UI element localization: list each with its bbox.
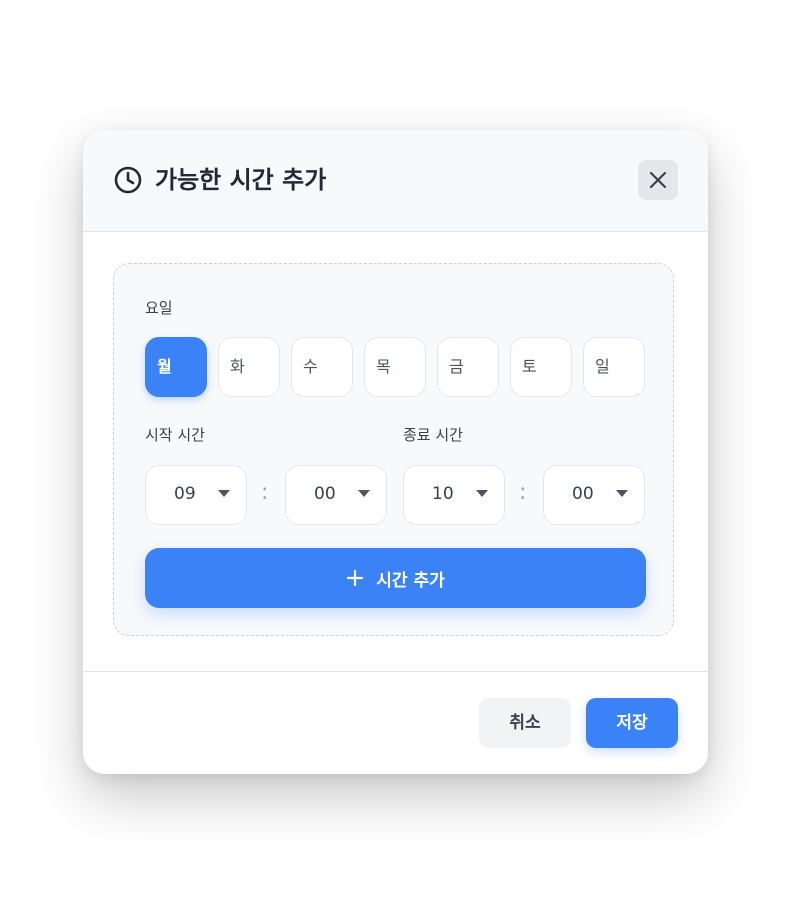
day-button-thu[interactable]: 목 [364, 337, 426, 397]
chevron-down-icon [358, 490, 370, 497]
day-button-tue[interactable]: 화 [218, 337, 280, 397]
day-label: 요일 [145, 299, 173, 317]
day-button-sun[interactable]: 일 [583, 337, 645, 397]
close-button[interactable] [638, 160, 678, 200]
time-separator: : [519, 480, 527, 505]
start-time-label: 시작 시간 [145, 426, 205, 444]
end-time-label: 종료 시간 [403, 426, 463, 444]
dialog-footer: 취소 저장 [83, 671, 708, 774]
day-button-fri[interactable]: 금 [437, 337, 499, 397]
time-separator: : [261, 480, 269, 505]
end-hour-value: 10 [432, 484, 454, 504]
cancel-button[interactable]: 취소 [479, 698, 571, 748]
day-button-wed[interactable]: 수 [291, 337, 353, 397]
end-hour-select[interactable]: 10 [403, 465, 505, 525]
save-button[interactable]: 저장 [586, 698, 678, 748]
end-minute-select[interactable]: 00 [543, 465, 645, 525]
day-button-mon[interactable]: 월 [145, 337, 207, 397]
add-time-label: 시간 추가 [376, 570, 445, 591]
chevron-down-icon [476, 490, 488, 497]
dialog-body: 요일 월 화 수 목 금 토 일 시작 시간 종료 시간 09 : 00 10 [83, 232, 708, 671]
plus-icon [347, 569, 364, 587]
start-minute-select[interactable]: 00 [285, 465, 387, 525]
clock-icon [114, 166, 142, 194]
add-availability-dialog: 가능한 시간 추가 요일 월 화 수 목 금 토 일 시작 시간 종료 시간 0… [83, 130, 708, 774]
dialog-title: 가능한 시간 추가 [155, 166, 327, 194]
chevron-down-icon [616, 490, 628, 497]
start-minute-value: 00 [314, 484, 336, 504]
dialog-header: 가능한 시간 추가 [83, 130, 708, 232]
time-slot-card: 요일 월 화 수 목 금 토 일 시작 시간 종료 시간 09 : 00 10 [113, 263, 674, 636]
start-hour-value: 09 [174, 484, 196, 504]
add-time-button[interactable]: 시간 추가 [145, 548, 646, 608]
close-icon [649, 171, 667, 189]
day-button-sat[interactable]: 토 [510, 337, 572, 397]
start-hour-select[interactable]: 09 [145, 465, 247, 525]
end-minute-value: 00 [572, 484, 594, 504]
chevron-down-icon [218, 490, 230, 497]
